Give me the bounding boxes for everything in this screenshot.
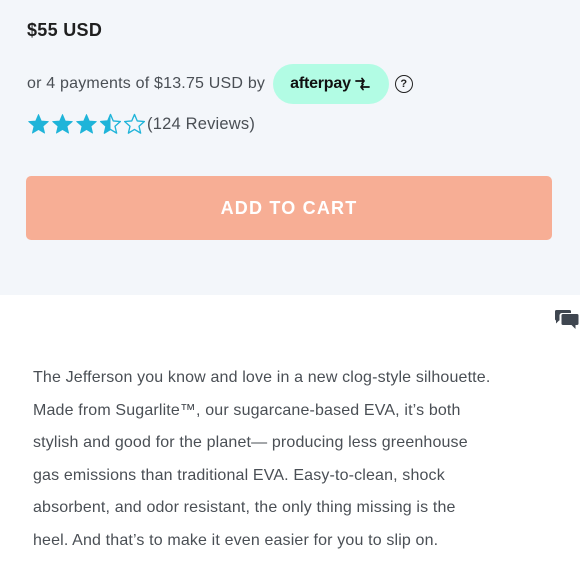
description-line: gas emissions than traditional EVA. Easy… bbox=[33, 466, 445, 484]
question-circle-icon[interactable]: ? bbox=[394, 75, 413, 93]
description-line: heel. And that’s to make it even easier … bbox=[33, 531, 439, 549]
star-empty-icon bbox=[123, 113, 146, 136]
add-to-cart-button[interactable]: ADD TO CART bbox=[26, 176, 552, 240]
star-filled-icon bbox=[75, 113, 98, 136]
reviews-count[interactable]: (124 Reviews) bbox=[147, 115, 255, 134]
chat-bubbles-icon[interactable] bbox=[555, 309, 579, 331]
rating-row[interactable]: (124 Reviews) bbox=[27, 112, 255, 136]
star-filled-icon bbox=[27, 113, 50, 136]
afterpay-label: afterpay bbox=[290, 75, 351, 92]
product-description: The Jefferson you know and love in a new… bbox=[33, 362, 553, 557]
description-line: absorbent, and odor resistant, the only … bbox=[33, 499, 456, 516]
star-filled-icon bbox=[51, 113, 74, 136]
star-rating bbox=[27, 113, 146, 136]
description-line: stylish and good for the planet— produci… bbox=[33, 434, 468, 451]
installments-row: or 4 payments of $13.75 USD by afterpay … bbox=[27, 64, 413, 104]
star-half-icon bbox=[99, 113, 122, 136]
afterpay-arrows-icon bbox=[354, 77, 371, 91]
product-price: $55 USD bbox=[27, 20, 103, 40]
installments-text: or 4 payments of $13.75 USD by bbox=[27, 75, 266, 92]
description-line: The Jefferson you know and love in a new… bbox=[33, 369, 491, 386]
afterpay-badge[interactable]: afterpay bbox=[273, 64, 389, 104]
product-purchase-panel: $55 USD or 4 payments of $13.75 USD by a… bbox=[0, 0, 580, 295]
description-line: Made from Sugarlite™, our sugarcane-base… bbox=[33, 401, 461, 419]
